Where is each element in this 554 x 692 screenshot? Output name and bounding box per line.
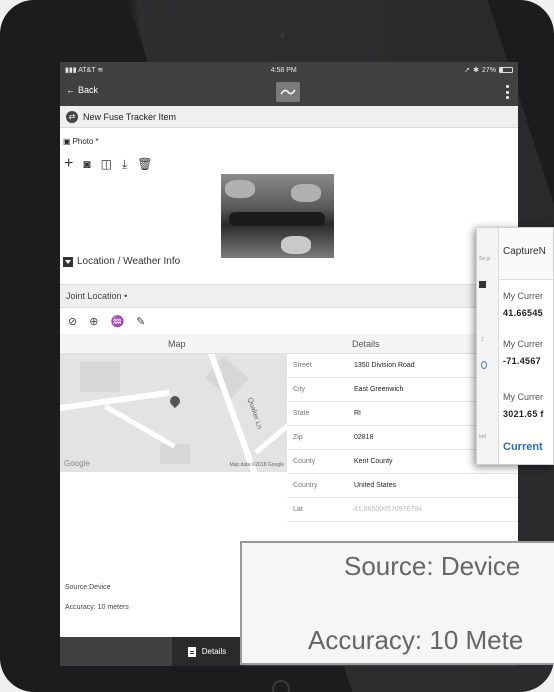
source-text: Source:Device	[65, 584, 111, 591]
map-block	[160, 444, 190, 464]
status-bar: ▮▮▮ AT&T ≋ 4:58 PM ➚ ✱ 27%	[60, 62, 518, 78]
zoom-source-text: Source: Device	[344, 551, 521, 581]
accuracy-text: Accuracy: 10 meters	[65, 604, 129, 611]
battery-percent: 27%	[481, 66, 496, 74]
map-column-header: Map	[168, 339, 186, 349]
app-logo	[276, 82, 300, 102]
country-field[interactable]: United States	[354, 482, 396, 489]
map-search-icon[interactable]: ♒	[110, 315, 124, 328]
photo-toolbar: + ◙ ◫ ⤓ 🗑	[64, 155, 152, 173]
back-arrow-icon: ←	[66, 85, 75, 95]
pin-icon	[481, 361, 487, 369]
trash-icon[interactable]: 🗑	[137, 157, 152, 171]
collapse-icon	[479, 281, 486, 288]
map-attribution: Map data ©2018 Google	[229, 462, 284, 468]
carrier: ▮▮▮ AT&T ≋	[65, 67, 104, 74]
street-field[interactable]: 1350 Division Road	[354, 362, 415, 369]
photo-texture	[291, 184, 321, 202]
google-logo: Google	[64, 459, 90, 468]
photo-thumbnail[interactable]	[221, 174, 334, 258]
joint-location-header: Joint Location •	[60, 284, 518, 308]
map-street-label: Quaker Ln	[245, 396, 263, 431]
nav-bar: ← Back	[60, 78, 518, 106]
popup-title: CaptureN	[503, 246, 546, 257]
detail-row-country: Country United States	[287, 474, 518, 498]
wifi-icon: ≋	[97, 67, 104, 74]
photo-texture	[281, 236, 311, 254]
popup-lon-value: -71.4567	[503, 356, 541, 366]
camera-dot	[280, 33, 285, 38]
popup-alt-label: My Currer	[503, 392, 543, 402]
state-field[interactable]: RI	[354, 410, 361, 417]
collapse-icon	[63, 256, 73, 267]
popup-lat-value: 41.66545	[503, 308, 543, 318]
location-weather-toggle[interactable]: Location / Weather Info	[63, 256, 180, 267]
battery-icon	[498, 67, 513, 73]
popup-alt-value: 3021.65 f	[503, 409, 544, 419]
map-edit-icon[interactable]: ✎	[136, 315, 145, 328]
lat-field[interactable]: 41.665000570976794	[354, 506, 422, 513]
battery-fill	[499, 68, 504, 72]
gps-icon[interactable]: ⊕	[89, 315, 98, 328]
add-icon[interactable]: +	[64, 155, 73, 173]
status-right: ➚ ✱ 27%	[464, 66, 513, 74]
photo-texture	[225, 180, 255, 198]
form-title: New Fuse Tracker Item	[83, 111, 177, 122]
tab-details[interactable]: Details	[172, 637, 242, 666]
photo-icon: ▣	[63, 137, 71, 146]
photo-label: ▣ Photo *	[63, 137, 99, 146]
pin-edit-icon[interactable]: ⊘	[68, 315, 77, 328]
map-pin-icon[interactable]	[167, 393, 183, 409]
required-mark: *	[95, 137, 99, 146]
popup-underlay-strip: Se pi J Ind	[477, 228, 499, 464]
map-road	[104, 404, 176, 449]
status-time: 4:58 PM	[270, 66, 297, 74]
photo-pipe	[229, 212, 325, 226]
city-field[interactable]: East Greenwich	[354, 386, 403, 393]
kebab-menu-icon[interactable]	[506, 85, 510, 99]
zip-field[interactable]: 02818	[354, 434, 373, 441]
camera-icon[interactable]: ◙	[83, 157, 90, 171]
popup-lat-label: My Currer	[503, 291, 543, 301]
detail-row-lat: Lat 41.665000570976794	[287, 498, 518, 522]
capture-popup: Se pi J Ind CaptureN My Currer 41.66545 …	[476, 227, 554, 465]
signal-icon: ▮▮▮	[65, 67, 77, 74]
home-button[interactable]	[272, 680, 290, 692]
location-icon: ➚	[464, 67, 471, 74]
form-type-icon: ⇄	[66, 110, 78, 123]
wave-icon	[280, 89, 296, 95]
map-view[interactable]: Quaker Ln Google Map data ©2018 Google	[60, 354, 287, 472]
gallery-icon[interactable]: ◫	[101, 157, 112, 171]
location-table-header: Map Details	[60, 334, 518, 354]
zoom-accuracy-text: Accuracy: 10 Mete	[308, 625, 524, 655]
back-button[interactable]: ← Back	[66, 85, 98, 95]
zoom-callout: Source: Device Accuracy: 10 Mete	[240, 541, 554, 665]
bluetooth-icon: ✱	[473, 67, 479, 74]
county-field[interactable]: Kent County	[354, 458, 393, 465]
location-toolbar: ⊘ ⊕ ♒ ✎	[68, 315, 145, 328]
map-block	[80, 362, 120, 392]
use-current-button[interactable]: Current	[503, 441, 543, 453]
form-header: ⇄ New Fuse Tracker Item	[60, 106, 518, 128]
document-icon	[187, 646, 196, 657]
details-column-header: Details	[352, 339, 380, 349]
popup-lon-label: My Currer	[503, 339, 543, 349]
download-icon[interactable]: ⤓	[122, 157, 127, 172]
